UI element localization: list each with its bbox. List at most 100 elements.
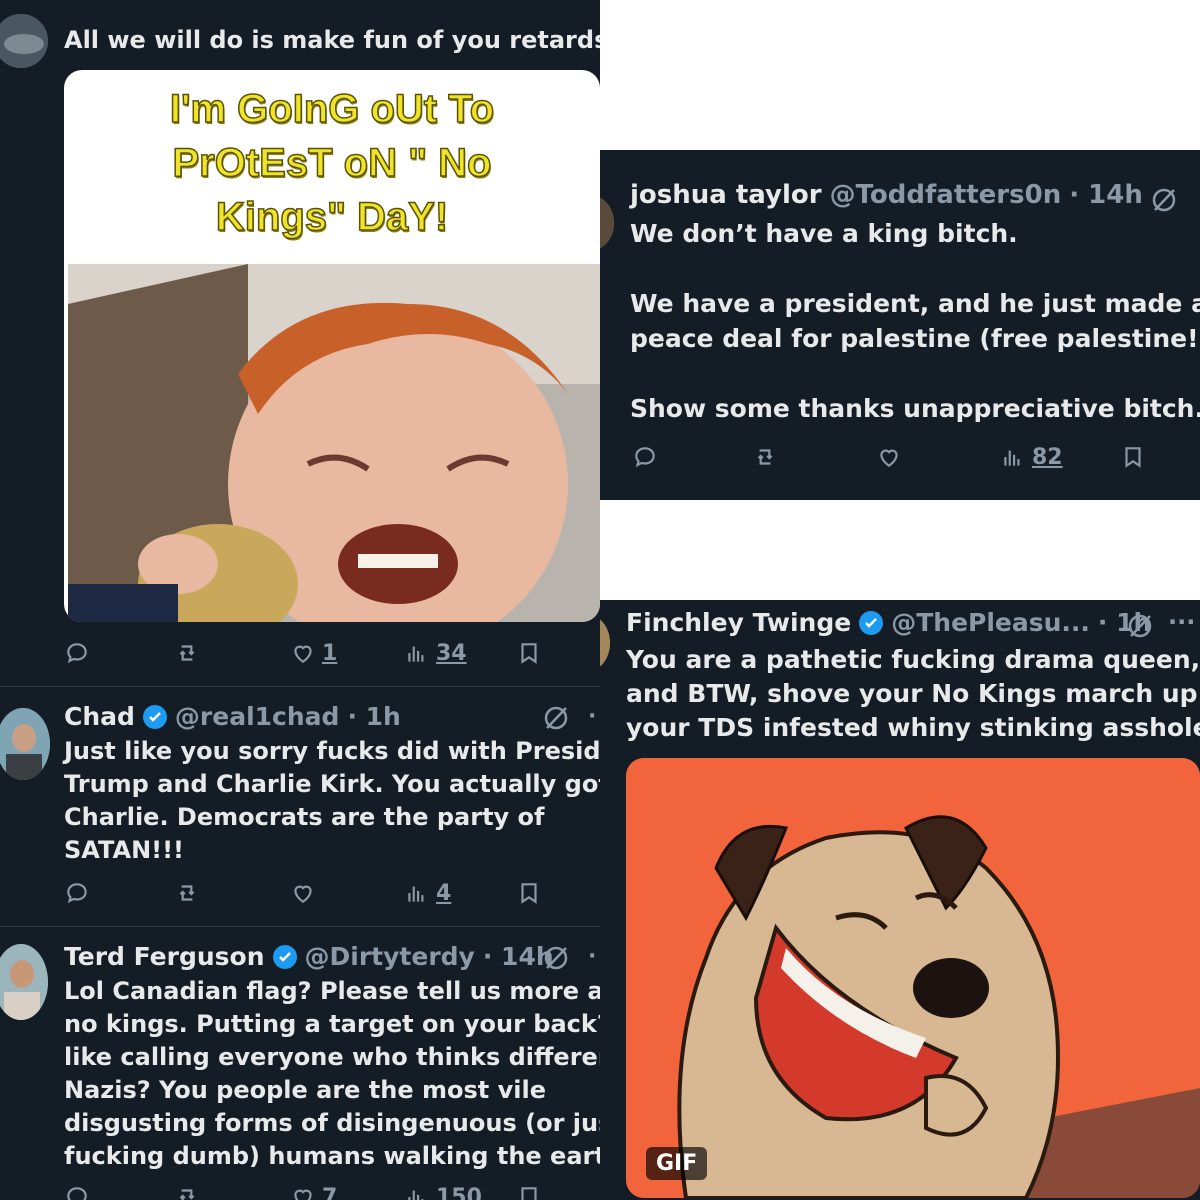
user-handle[interactable]: @ThePleasu... <box>891 608 1090 637</box>
timestamp[interactable]: · 1h <box>347 702 400 731</box>
more-options-icon[interactable]: · <box>588 704 596 729</box>
tweet-actions: 4 <box>64 880 584 914</box>
gif-badge: GIF <box>646 1147 708 1180</box>
like-button[interactable] <box>876 444 902 470</box>
like-button[interactable]: 7 <box>290 1184 337 1200</box>
more-options-icon[interactable]: · <box>588 944 596 969</box>
bookmark-button[interactable] <box>516 640 542 666</box>
meme-caption: I'm GoInG oUt To PrOtEsT oN " No Kings" … <box>64 82 600 244</box>
tweet-text-line: You are a pathetic fucking drama queen, … <box>626 645 1200 674</box>
like-icon <box>294 885 312 903</box>
views-count: 82 <box>1032 444 1063 470</box>
reply-button[interactable] <box>632 444 658 470</box>
like-icon <box>294 645 312 663</box>
tweet-text-line: We have a president, and he just made a <box>630 289 1200 318</box>
retweet-icon <box>179 885 195 901</box>
right-bottom-screenshot-panel: Finchley Twinge @ThePleasu... · 1h ··· Y… <box>600 600 1200 1200</box>
divider <box>0 926 600 927</box>
views-button[interactable]: 82 <box>1000 444 1063 470</box>
views-button[interactable]: 34 <box>404 640 467 666</box>
tweet-text-line: Just like you sorry fucks did with Presi… <box>64 737 600 765</box>
bookmark-icon <box>521 643 537 664</box>
reply-icon <box>635 447 655 468</box>
avatar[interactable] <box>0 944 48 1020</box>
reply-button[interactable] <box>64 1184 90 1200</box>
tweet-text-line: Show some thanks unappreciative bitch. <box>630 394 1200 423</box>
like-button[interactable] <box>290 880 316 906</box>
divider <box>0 686 600 687</box>
meme-caption-line: Kings" DaY! <box>215 194 449 240</box>
tweet-text-line: Trump and Charlie Kirk. You actually got <box>64 770 600 798</box>
display-name[interactable]: joshua taylor <box>630 180 822 210</box>
tweet-text-line: disgusting forms of disingenuous (or jus… <box>64 1109 600 1137</box>
bookmark-icon <box>521 1187 537 1200</box>
like-count: 1 <box>322 640 338 666</box>
laughing-boy-photo <box>68 264 600 622</box>
grok-icon[interactable] <box>542 944 570 972</box>
timestamp[interactable]: · 14h <box>1069 180 1143 210</box>
tweet-text-line: peace deal for palestine (free palestine… <box>630 324 1200 353</box>
user-handle[interactable]: @Dirtyterdy <box>305 942 475 971</box>
user-handle[interactable]: @real1chad <box>175 702 340 731</box>
grok-icon[interactable] <box>542 704 570 732</box>
reply-button[interactable] <box>64 880 90 906</box>
reply-button[interactable] <box>64 640 90 666</box>
bookmark-icon <box>521 883 537 904</box>
like-icon <box>880 449 898 467</box>
left-screenshot-panel: All we will do is make fun of you retard… <box>0 0 600 1200</box>
views-button[interactable]: 150 <box>404 1184 482 1200</box>
tweet-text-line: fucking dumb) humans walking the earth <box>64 1142 600 1170</box>
verified-badge-icon <box>142 704 167 729</box>
display-name[interactable]: Chad <box>64 702 135 731</box>
reply-icon <box>67 1187 87 1200</box>
avatar[interactable] <box>0 708 50 780</box>
meme-image[interactable]: I'm GoInG oUt To PrOtEsT oN " No Kings" … <box>64 70 600 622</box>
views-count: 34 <box>436 640 467 666</box>
meme-caption-line: I'm GoInG oUt To <box>169 86 495 132</box>
tweet-text-line: no kings. Putting a target on your back?… <box>64 1010 600 1038</box>
views-button[interactable]: 4 <box>404 880 451 906</box>
avatar[interactable] <box>600 196 614 250</box>
gif-media[interactable]: GIF <box>626 758 1200 1198</box>
avatar[interactable] <box>0 14 48 68</box>
reply-icon <box>67 643 87 664</box>
grok-icon[interactable] <box>1150 186 1178 214</box>
display-name[interactable]: Terd Ferguson <box>64 942 265 971</box>
display-name[interactable]: Finchley Twinge <box>626 608 851 637</box>
tweet-actions: 82 <box>632 444 1172 478</box>
tweet-text-line: Charlie. Democrats are the party of <box>64 803 545 831</box>
user-handle[interactable]: @Toddfatters0n <box>830 180 1062 210</box>
grok-icon[interactable] <box>1126 612 1154 640</box>
tweet-text-line: your TDS infested whiny stinking asshole… <box>626 713 1200 742</box>
meme-caption-line: PrOtEsT oN " No <box>172 140 492 186</box>
like-button[interactable]: 1 <box>290 640 337 666</box>
tweet-text: All we will do is make fun of you retard… <box>64 26 600 54</box>
views-count: 4 <box>436 880 452 906</box>
like-icon <box>294 1189 312 1200</box>
retweet-button[interactable] <box>174 880 200 906</box>
bookmark-button[interactable] <box>516 880 542 906</box>
retweet-button[interactable] <box>174 1184 200 1200</box>
retweet-button[interactable] <box>752 444 778 470</box>
retweet-icon <box>757 449 773 465</box>
tweet-actions: 1 34 <box>64 640 584 674</box>
tweet-header: Finchley Twinge @ThePleasu... · 1h <box>626 608 1151 637</box>
views-icon <box>408 1190 424 1200</box>
tweet-text-line: Nazis? You people are the most vile <box>64 1076 546 1104</box>
views-count: 150 <box>436 1184 482 1200</box>
tweet-text-line: and BTW, shove your No Kings march up <box>626 679 1198 708</box>
bookmark-icon <box>1125 447 1141 468</box>
bookmark-button[interactable] <box>516 1184 542 1200</box>
tweet-actions: 7 150 <box>64 1184 584 1200</box>
retweet-icon <box>179 645 195 661</box>
verified-badge-icon <box>859 610 884 635</box>
retweet-button[interactable] <box>174 640 200 666</box>
avatar[interactable] <box>600 616 610 670</box>
tweet-text-line: like calling everyone who thinks differe… <box>64 1043 600 1071</box>
like-count: 7 <box>322 1184 338 1200</box>
tweet-text-line: Lol Canadian flag? Please tell us more a… <box>64 977 600 1005</box>
bookmark-button[interactable] <box>1120 444 1146 470</box>
views-icon <box>408 646 424 662</box>
more-options-icon[interactable]: ··· <box>1168 608 1195 636</box>
tweet-header: joshua taylor @Toddfatters0n · 14h <box>630 180 1143 210</box>
